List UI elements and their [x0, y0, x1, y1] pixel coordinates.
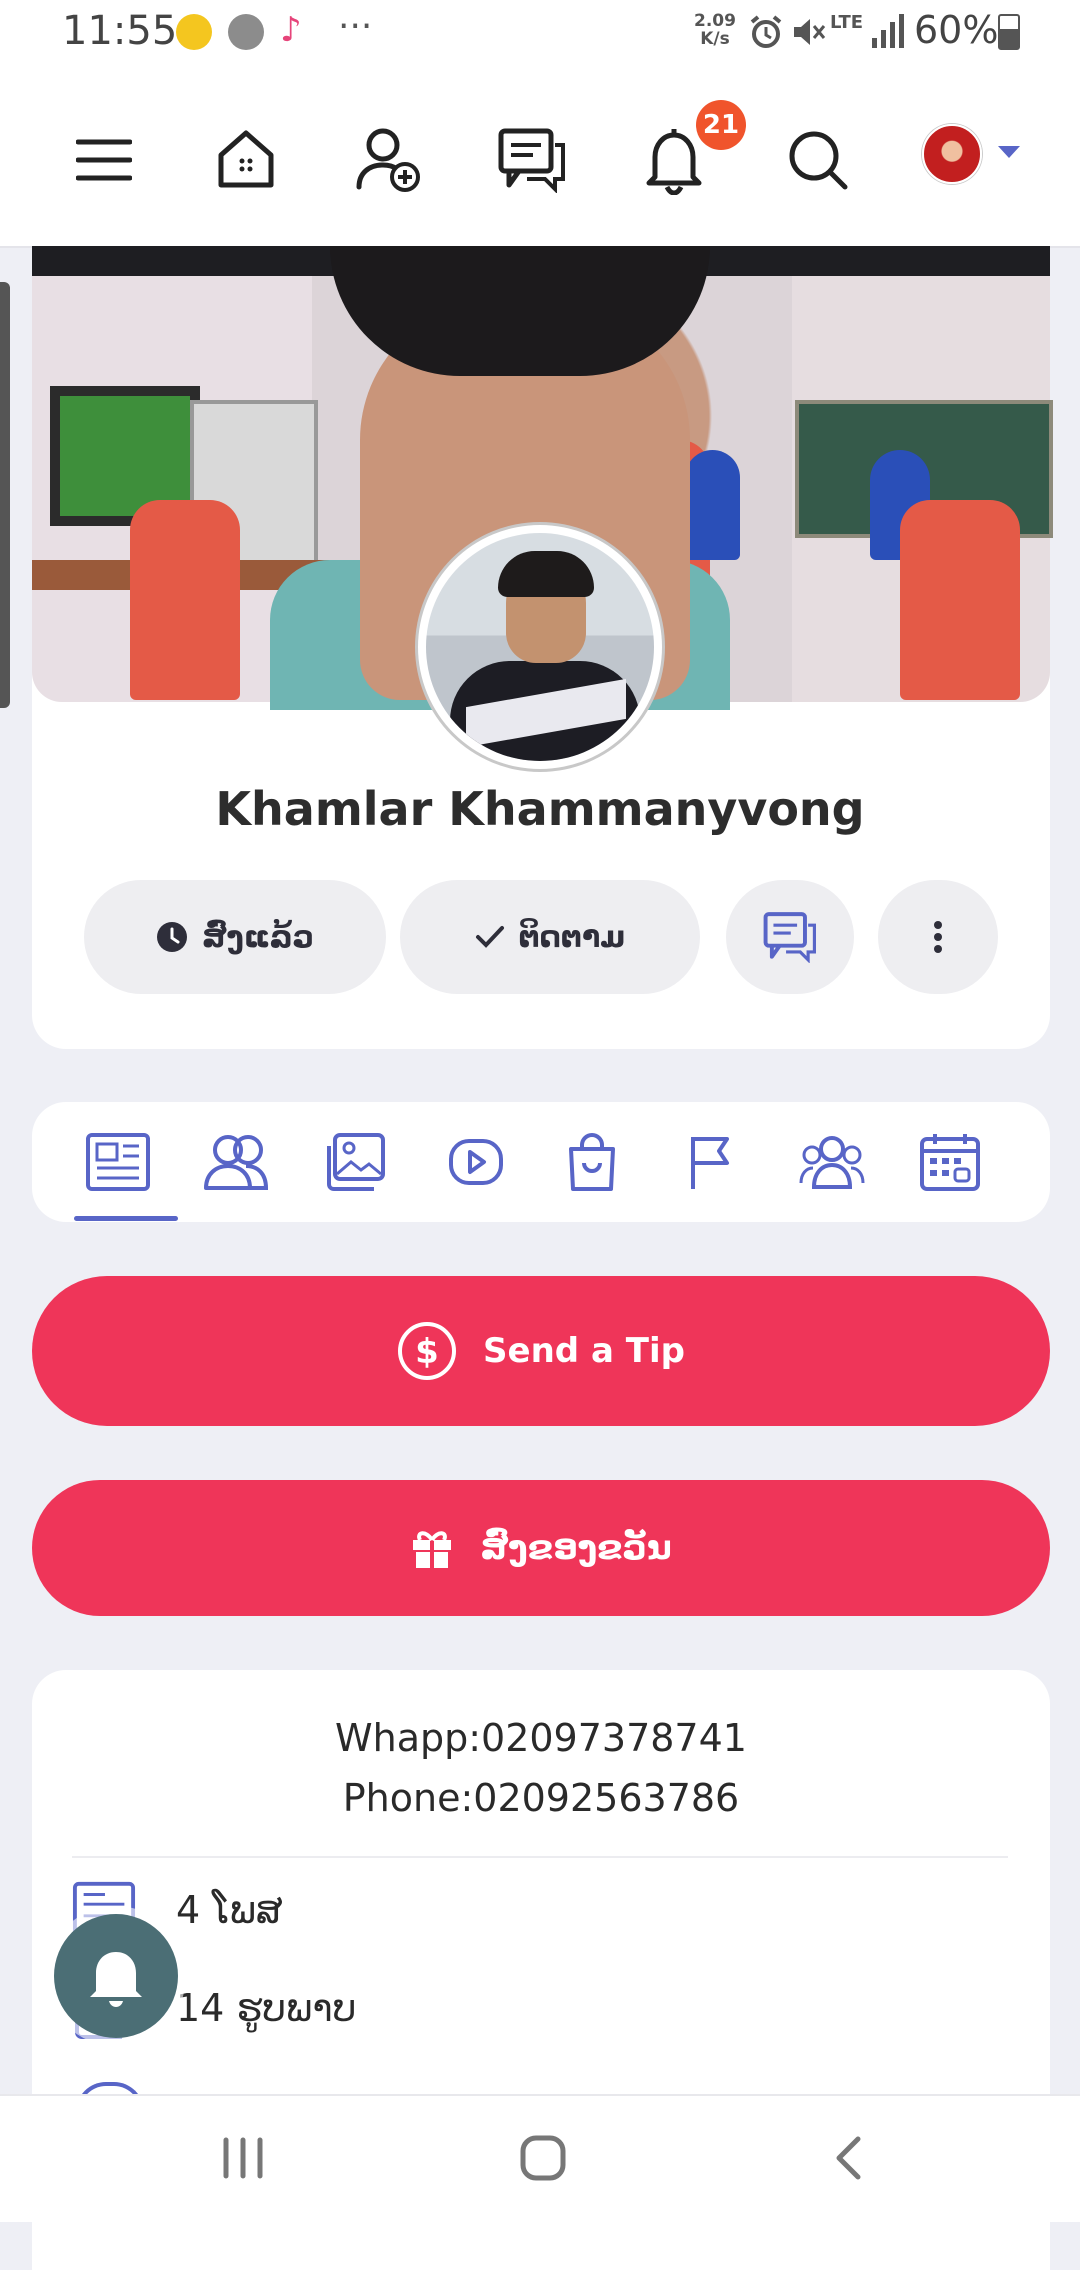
send-gift-button[interactable]: ສົ່ງຂອງຂວັນ	[32, 1480, 1050, 1616]
posts-tab[interactable]	[82, 1126, 154, 1198]
signal-icon	[872, 14, 904, 52]
avatar-hair	[498, 551, 594, 597]
profile-avatar[interactable]	[418, 525, 662, 769]
clock-icon	[156, 922, 187, 952]
poked-button[interactable]: ສົ່ງແລ້ວ	[84, 880, 386, 994]
phone-number: Phone:02092563786	[342, 1776, 740, 1820]
back-icon[interactable]	[828, 2130, 868, 2186]
send-tip-button[interactable]: $ Send a Tip	[32, 1276, 1050, 1426]
alarm-icon	[748, 14, 784, 54]
mute-icon	[790, 14, 826, 54]
follow-button[interactable]: ຕິດຕາມ	[400, 880, 700, 994]
recent-apps-icon[interactable]	[220, 2130, 266, 2186]
message-button[interactable]	[726, 880, 854, 994]
active-tab-indicator	[74, 1216, 178, 1221]
whatsapp-number: Whapp:02097378741	[335, 1716, 747, 1760]
bell-icon	[90, 1952, 142, 2007]
more-options-button[interactable]	[878, 880, 998, 994]
edge-panel-handle[interactable]	[0, 282, 10, 708]
newspaper-icon	[86, 1133, 150, 1191]
videos-tab[interactable]	[440, 1126, 512, 1198]
yes-app-icon	[176, 14, 212, 50]
add-friend-icon[interactable]	[348, 120, 428, 200]
shopping-bag-icon	[569, 1133, 615, 1191]
notifications-fab[interactable]	[54, 1914, 178, 2038]
menu-icon[interactable]	[64, 120, 144, 200]
check-icon	[475, 926, 504, 948]
flag-icon	[691, 1137, 729, 1189]
search-icon[interactable]	[778, 120, 858, 200]
profile-avatar-photo	[426, 533, 654, 761]
svg-text:$: $	[415, 1332, 439, 1372]
net-speed: 2.09 K/s	[694, 11, 736, 49]
chevron-down-icon[interactable]	[998, 146, 1020, 158]
photos-icon	[327, 1133, 385, 1191]
dollar-icon: $	[398, 1322, 457, 1380]
tiktok-icon: ♪	[280, 10, 302, 50]
friends-icon	[204, 1135, 269, 1190]
messages-icon	[763, 912, 816, 963]
send-tip-label: Send a Tip	[483, 1331, 685, 1371]
calendar-icon	[920, 1134, 980, 1191]
pages-tab[interactable]	[676, 1126, 748, 1198]
group-icon	[799, 1136, 865, 1189]
friends-tab[interactable]	[200, 1126, 272, 1198]
notification-badge: 21	[696, 100, 746, 150]
status-time: 11:55	[62, 8, 178, 54]
cover-photo-chair	[685, 450, 740, 560]
line-icon	[228, 14, 264, 50]
posts-count[interactable]: 4 ໂພສ	[176, 1888, 283, 1932]
messages-icon[interactable]	[492, 120, 572, 200]
cover-photo-chair	[130, 500, 240, 700]
home-icon[interactable]	[206, 120, 286, 200]
products-tab[interactable]	[556, 1126, 628, 1198]
send-gift-label: ສົ່ງຂອງຂວັນ	[480, 1528, 672, 1568]
battery-percent: 60%	[914, 8, 999, 52]
profile-tabs	[32, 1102, 1050, 1222]
groups-tab[interactable]	[796, 1126, 868, 1198]
top-navigation	[0, 70, 1080, 248]
home-button-icon[interactable]	[518, 2130, 568, 2186]
avatar[interactable]	[922, 124, 982, 184]
battery-icon	[998, 14, 1020, 50]
profile-name: Khamlar Khammanyvong	[215, 782, 865, 836]
play-icon	[449, 1139, 503, 1185]
events-tab[interactable]	[914, 1126, 986, 1198]
photos-count[interactable]: 14 ຮູບພາບ	[176, 1986, 356, 2030]
lte-icon: LTE	[830, 12, 864, 33]
cover-photo-chair	[900, 500, 1020, 700]
divider	[72, 1856, 1008, 1858]
status-bar: 11:55 ♪ ··· 2.09 K/s LTE 60%	[0, 0, 1080, 70]
gift-icon	[413, 1531, 452, 1568]
poked-button-label: ສົ່ງແລ້ວ	[201, 919, 315, 955]
more-notifications: ···	[338, 6, 373, 47]
photos-tab[interactable]	[320, 1126, 392, 1198]
more-vertical-icon	[934, 921, 942, 953]
follow-button-label: ຕິດຕາມ	[518, 919, 626, 955]
